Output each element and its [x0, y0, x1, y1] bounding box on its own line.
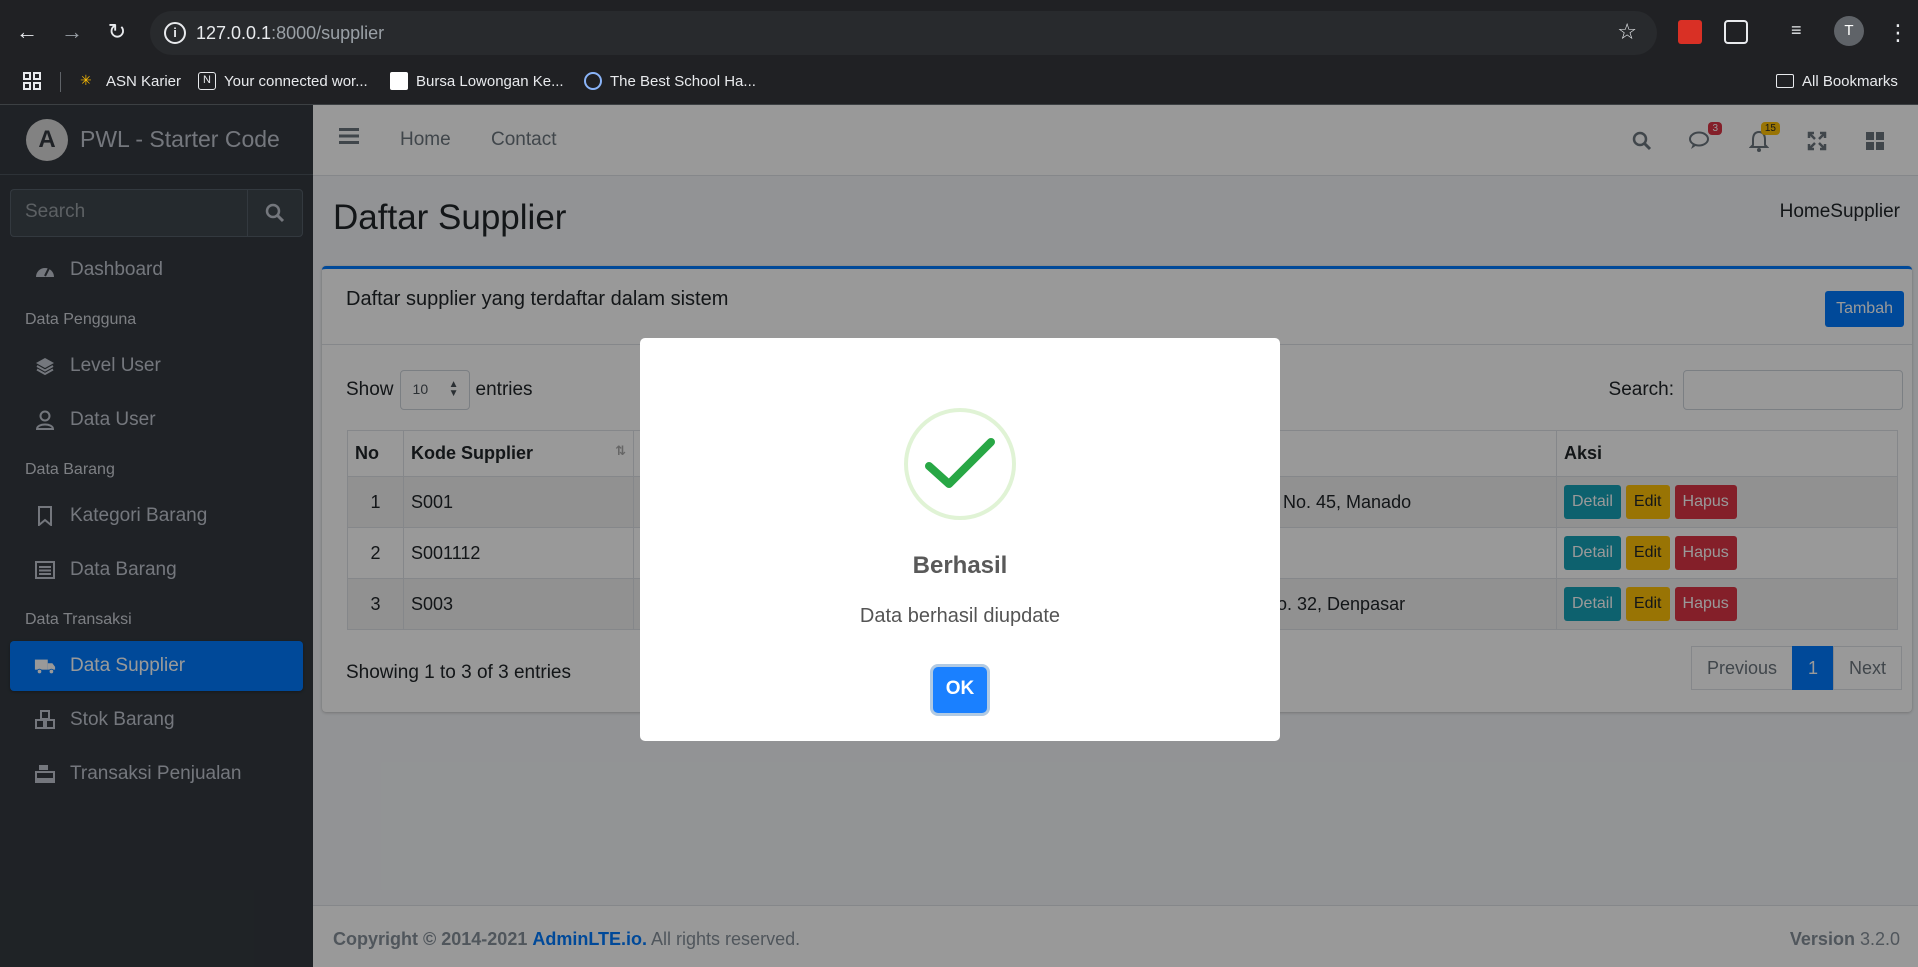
- reload-icon[interactable]: ↻: [103, 18, 131, 46]
- bookmark-asn-karier[interactable]: ✳ ASN Karier: [80, 68, 181, 94]
- dialog-message: Data berhasil diupdate: [859, 605, 1061, 627]
- folder-icon: [1776, 74, 1794, 88]
- address-bar[interactable]: i 127.0.0.1:8000/supplier ☆: [150, 11, 1657, 55]
- profile-avatar[interactable]: T: [1834, 16, 1864, 46]
- extension-icon[interactable]: [1678, 20, 1702, 44]
- forward-icon[interactable]: →: [58, 18, 86, 46]
- bookmark-star-icon[interactable]: ☆: [1617, 19, 1637, 45]
- extensions-puzzle-icon[interactable]: [1724, 20, 1748, 44]
- browser-toolbar: ← → ↻ i 127.0.0.1:8000/supplier ☆ ≡ T ⋮: [0, 0, 1918, 66]
- site-info-icon[interactable]: i: [164, 22, 186, 44]
- bookmark-notion[interactable]: N Your connected wor...: [198, 68, 368, 94]
- bookmark-bursa-lowongan[interactable]: Bursa Lowongan Ke...: [390, 68, 564, 94]
- all-bookmarks[interactable]: All Bookmarks: [1776, 68, 1898, 94]
- ok-button[interactable]: OK: [933, 667, 987, 713]
- bookmarks-bar: ✳ ASN Karier N Your connected wor... Bursa…: [0, 58, 1918, 105]
- back-icon[interactable]: ←: [13, 18, 41, 46]
- success-dialog: Berhasil Data berhasil diupdate OK: [640, 338, 1280, 741]
- dialog-title: Berhasil: [912, 552, 1008, 579]
- menu-kebab-icon[interactable]: ⋮: [1886, 20, 1910, 45]
- bookmark-best-school[interactable]: The Best School Ha...: [584, 68, 756, 94]
- apps-grid-icon[interactable]: [22, 68, 42, 94]
- url-text[interactable]: 127.0.0.1:8000/supplier: [196, 23, 384, 44]
- reading-list-icon[interactable]: ≡: [1791, 20, 1815, 44]
- success-check-icon: [904, 408, 1016, 520]
